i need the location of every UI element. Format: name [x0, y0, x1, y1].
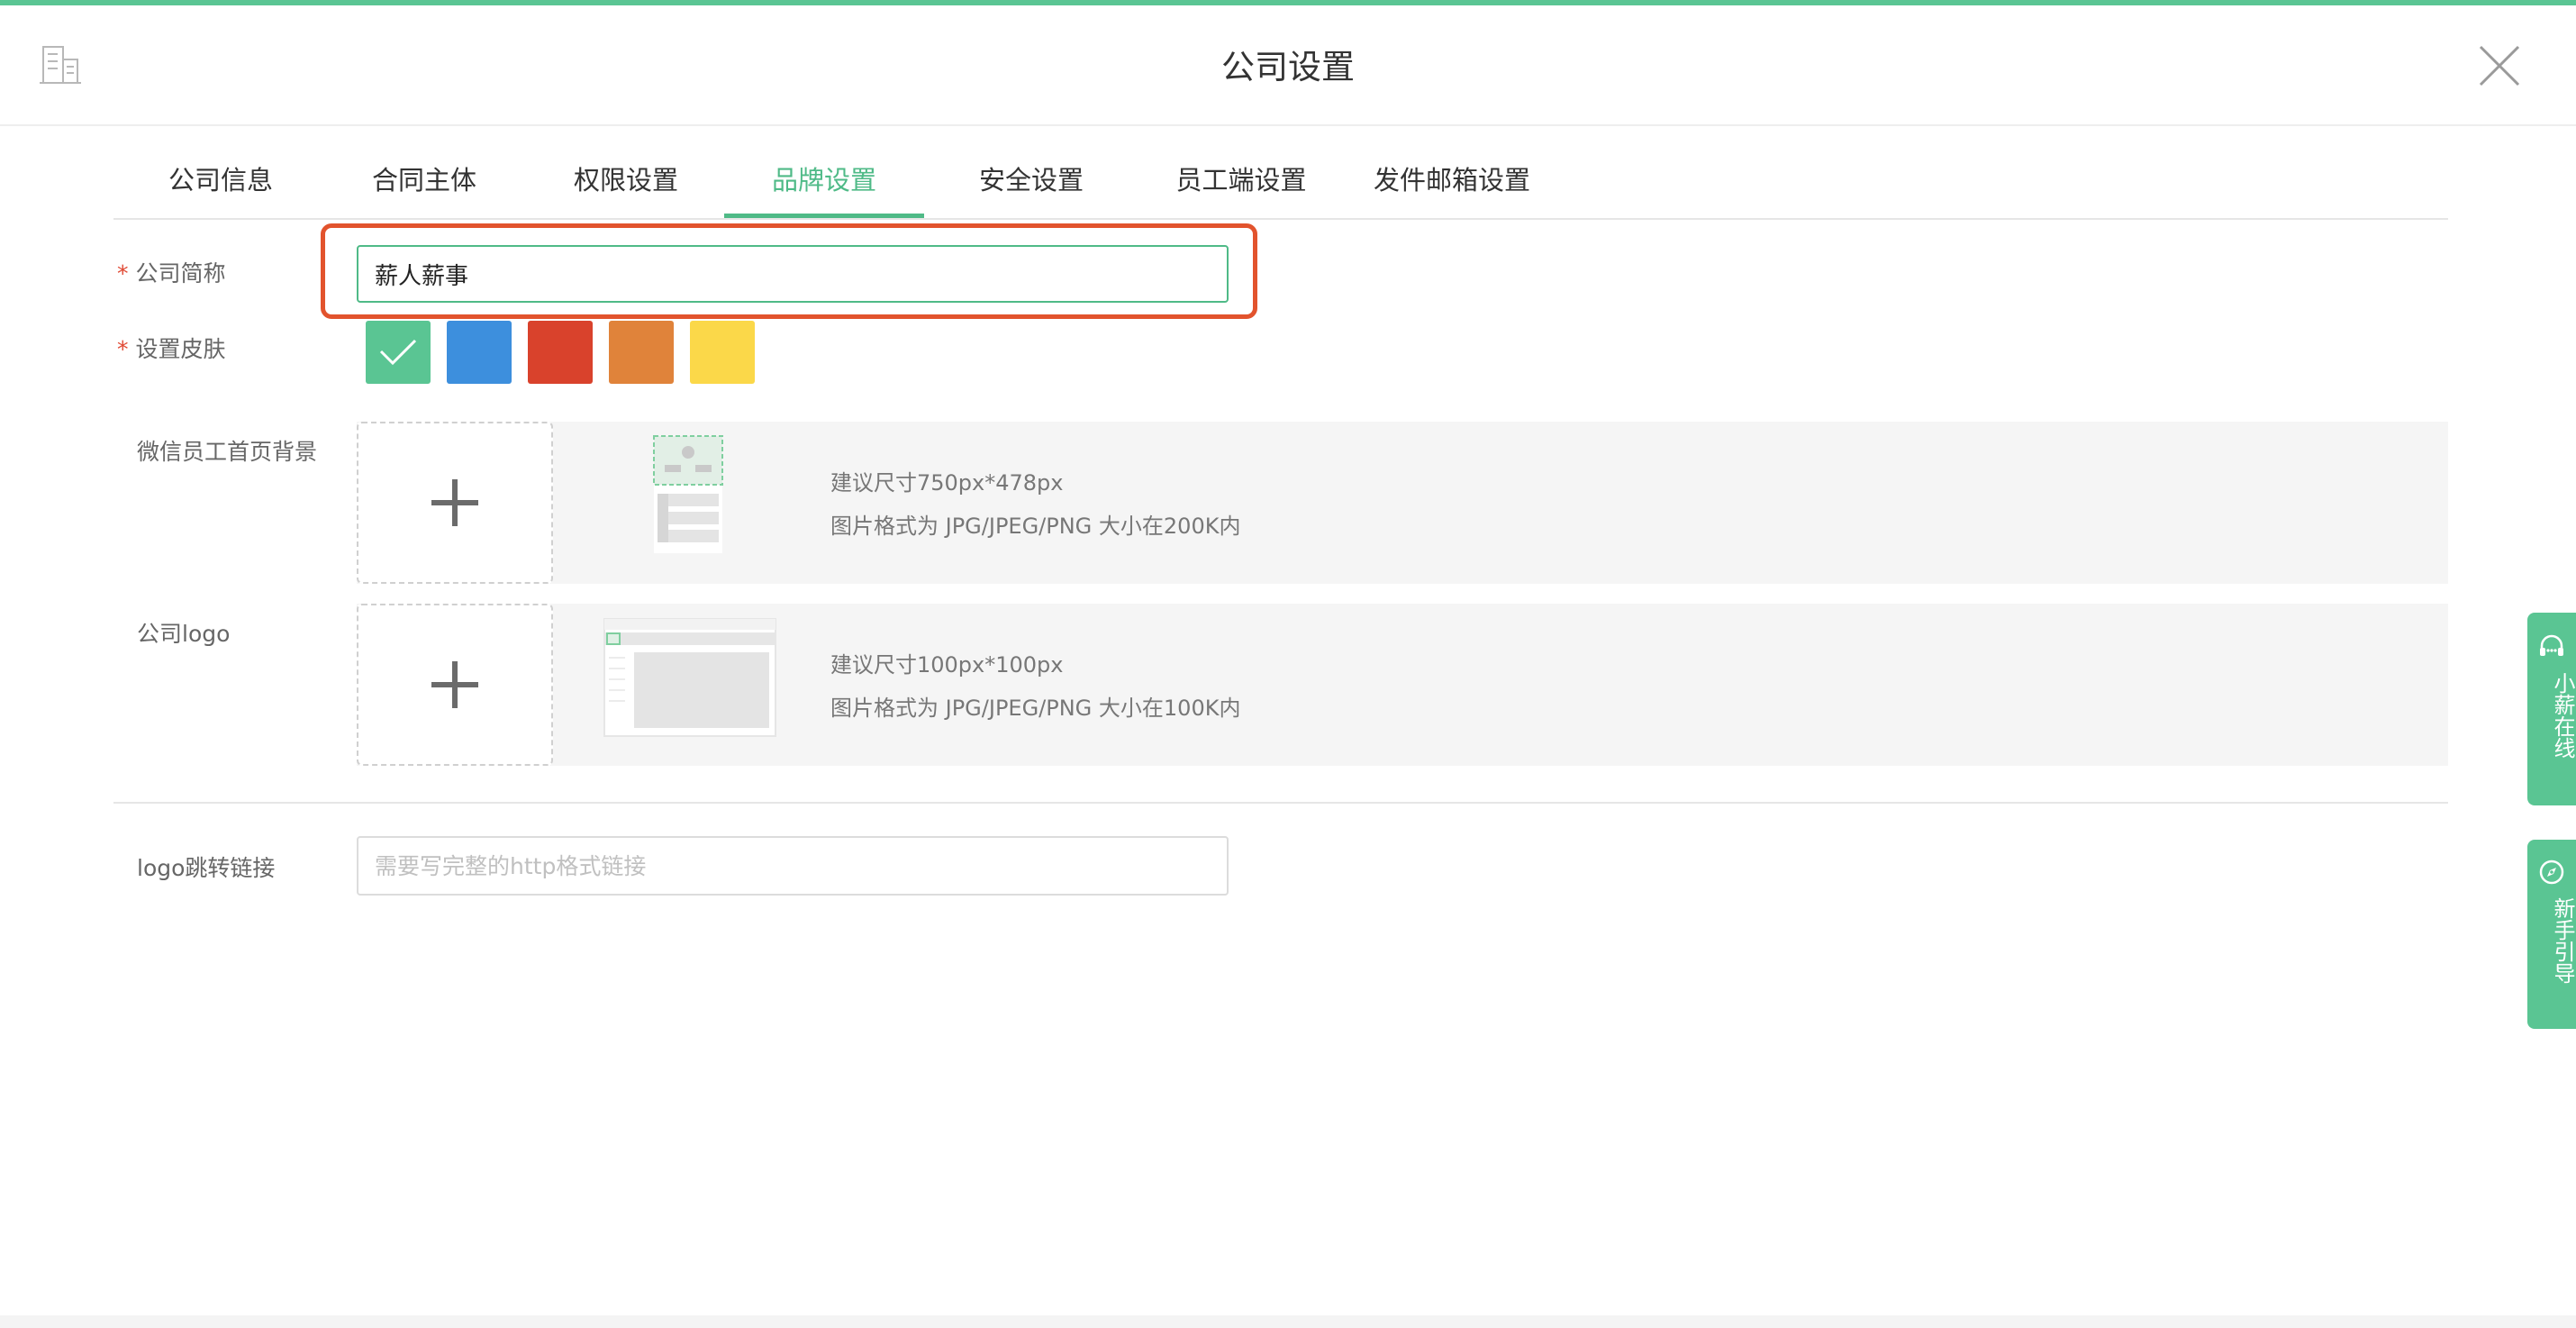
skin-swatch-green[interactable]: [366, 321, 431, 384]
skin-swatch-orange[interactable]: [609, 321, 674, 384]
active-tab-indicator: [724, 214, 924, 218]
headset-icon: [2540, 634, 2563, 656]
beginner-guide-widget[interactable]: 新手引导: [2527, 840, 2576, 1029]
short-name-label: * 公司简称: [117, 260, 226, 287]
wechat-bg-format-hint: 图片格式为 JPG/JPEG/PNG 大小在200K内: [830, 514, 1241, 539]
online-support-widget[interactable]: 小薪在线: [2527, 613, 2576, 805]
skin-swatch-red[interactable]: [528, 321, 593, 384]
skin-swatch-yellow[interactable]: [690, 321, 755, 384]
logo-link-input[interactable]: [357, 836, 1229, 896]
tab-security[interactable]: 安全设置: [964, 144, 1099, 216]
tab-employee-settings[interactable]: 员工端设置: [1160, 144, 1322, 216]
plus-icon: [431, 661, 478, 708]
wechat-bg-size-hint: 建议尺寸750px*478px: [830, 470, 1064, 496]
tab-mailbox-settings[interactable]: 发件邮箱设置: [1353, 144, 1551, 216]
header: 公司设置: [0, 5, 2576, 126]
logo-label: 公司logo: [137, 621, 231, 647]
tab-bar: 公司信息 合同主体 权限设置 品牌设置 安全设置 员工端设置 发件邮箱设置: [113, 144, 2448, 220]
compass-icon: [2539, 860, 2564, 885]
online-support-label: 小薪在线: [2550, 672, 2575, 759]
logo-format-hint: 图片格式为 JPG/JPEG/PNG 大小在100K内: [830, 696, 1241, 721]
logo-upload-panel: 建议尺寸100px*100px 图片格式为 JPG/JPEG/PNG 大小在10…: [357, 604, 2448, 766]
skin-swatch-blue[interactable]: [447, 321, 512, 384]
logo-upload-button[interactable]: [357, 604, 553, 766]
tab-permissions[interactable]: 权限设置: [558, 144, 694, 216]
desktop-preview-image: [603, 618, 776, 737]
bottom-bar: [0, 1315, 2576, 1328]
tab-company-info[interactable]: 公司信息: [153, 144, 288, 216]
skin-label: * 设置皮肤: [117, 336, 226, 362]
wechat-bg-upload-panel: 建议尺寸750px*478px 图片格式为 JPG/JPEG/PNG 大小在20…: [357, 422, 2448, 584]
beginner-guide-label: 新手引导: [2550, 897, 2575, 984]
tab-brand-settings[interactable]: 品牌设置: [724, 144, 924, 216]
checkmark-icon: [379, 339, 417, 366]
page-title: 公司设置: [1221, 48, 1355, 86]
phone-preview-image: [653, 435, 723, 553]
section-divider: [113, 802, 2448, 804]
tab-contract-entity[interactable]: 合同主体: [357, 144, 492, 216]
logo-size-hint: 建议尺寸100px*100px: [830, 652, 1064, 678]
plus-icon: [431, 479, 478, 526]
company-short-name-input[interactable]: [357, 245, 1229, 303]
logo-link-label: logo跳转链接: [137, 855, 276, 881]
wechat-bg-label: 微信员工首页背景: [137, 439, 318, 465]
close-icon[interactable]: [2475, 41, 2524, 90]
wechat-bg-upload-button[interactable]: [357, 422, 553, 584]
